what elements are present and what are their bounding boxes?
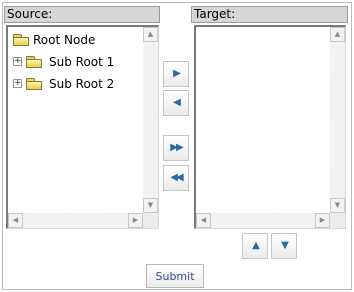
submit-button[interactable]: Submit [146,264,204,288]
scroll-up-icon[interactable]: ▲ [330,27,345,42]
source-header: Source: [4,6,160,23]
scrollbar-corner [143,213,158,228]
vertical-scrollbar[interactable]: ▲ ▼ [143,27,158,213]
folder-icon [26,78,42,90]
scrollbar-corner [330,213,345,228]
vertical-scrollbar[interactable]: ▲ ▼ [330,27,345,213]
expand-icon[interactable]: + [13,57,22,66]
tree-node-label: Root Node [33,33,96,47]
scroll-left-icon[interactable]: ◀ [8,213,23,228]
scroll-left-icon[interactable]: ◀ [196,213,211,228]
move-all-right-button[interactable]: ▶▶ [163,135,189,161]
move-all-left-button[interactable]: ◀◀ [163,165,189,191]
horizontal-scrollbar[interactable]: ◀ ▶ [8,213,143,228]
tree-node-label: Sub Root 2 [49,77,115,91]
horizontal-scrollbar[interactable]: ◀ ▶ [196,213,330,228]
scroll-up-icon[interactable]: ▲ [143,27,158,42]
scroll-down-icon[interactable]: ▼ [330,198,345,213]
move-left-button[interactable]: ◀ [163,90,189,116]
folder-icon [26,56,42,68]
target-listbox[interactable]: ▲ ▼ ◀ ▶ [194,25,346,229]
expand-icon[interactable]: + [13,79,22,88]
move-up-button[interactable]: ▲ [242,233,268,259]
target-header: Target: [191,6,348,23]
source-listbox[interactable]: Root Node + Sub Root 1 + Sub Root 2 ▲ ▼ … [6,25,159,229]
tree-node-label: Sub Root 1 [49,55,115,69]
open-folder-icon [13,34,29,46]
scroll-right-icon[interactable]: ▶ [315,213,330,228]
move-down-button[interactable]: ▼ [271,233,297,259]
scroll-down-icon[interactable]: ▼ [143,198,158,213]
move-right-button[interactable]: ▶ [163,61,189,87]
scroll-right-icon[interactable]: ▶ [128,213,143,228]
